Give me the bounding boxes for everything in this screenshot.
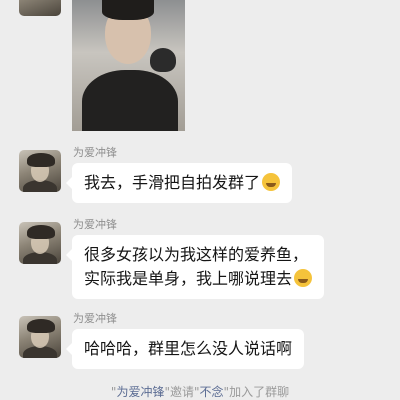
sender-name: 为爱冲锋 [73,146,117,159]
chat-window: 为爱冲锋 我去，手滑把自拍发群了 为爱冲锋 很多女孩以为我这样的爱养鱼， 实际我… [0,0,400,400]
inviter-link[interactable]: 为爱冲锋 [116,385,164,399]
message-text-line-2: 实际我是单身，我上哪说理去 [84,269,293,288]
message-text-line-1: 很多女孩以为我这样的爱养鱼， [84,245,309,264]
sender-avatar-partial[interactable] [19,0,61,16]
sender-name: 为爱冲锋 [73,218,117,231]
message-bubble[interactable]: 哈哈哈，群里怎么没人说话啊 [65,329,305,369]
sender-avatar[interactable] [19,150,61,192]
invite-word: "邀请" [164,385,200,399]
sender-avatar[interactable] [19,316,61,358]
joined-text: 加入了群聊 [229,385,290,399]
system-notice: "为爱冲锋"邀请"不念"加入了群聊 [0,384,400,400]
photo-sticker [150,48,176,72]
photo-hair [102,0,154,20]
selfie-photo[interactable] [72,0,185,131]
message-bubble[interactable]: 我去，手滑把自拍发群了 [65,163,293,203]
avatar-hair [27,319,55,333]
sender-name: 为爱冲锋 [73,312,117,325]
sender-avatar[interactable] [19,222,61,264]
message-text: 我去，手滑把自拍发群了 [84,173,261,192]
message-bubble[interactable]: 很多女孩以为我这样的爱养鱼， 实际我是单身，我上哪说理去 [65,235,325,299]
crying-laughing-emoji-icon [262,173,281,191]
photo-torso [82,70,178,131]
avatar-hair [27,225,55,239]
avatar-hair [27,153,55,167]
invitee-link[interactable]: 不念 [200,385,224,399]
message-text: 哈哈哈，群里怎么没人说话啊 [84,339,293,358]
weary-face-emoji-icon [294,269,313,287]
